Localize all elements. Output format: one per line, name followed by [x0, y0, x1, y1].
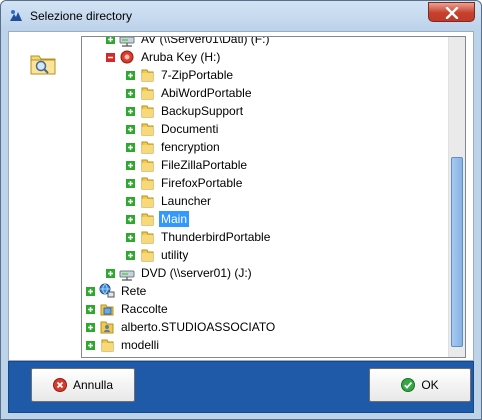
expand-plus-icon[interactable] — [86, 340, 95, 350]
folder-icon — [139, 175, 155, 191]
tree-node-folder[interactable]: AbiWordPortable — [126, 84, 254, 102]
tree-node-label: BackupSupport — [161, 104, 244, 118]
tree-node-label: Documenti — [161, 122, 219, 136]
tree-node-label: modelli — [121, 338, 160, 352]
tree-node-dvd-drive[interactable]: DVD (\\server01) (J:) — [106, 264, 254, 282]
folder-icon — [139, 85, 155, 101]
tree-node-network[interactable]: Rete — [86, 282, 148, 300]
ok-button[interactable]: OK — [369, 368, 471, 402]
tree-node-folder[interactable]: modelli — [86, 336, 161, 354]
folder-icon — [139, 103, 155, 119]
expand-plus-icon[interactable] — [126, 214, 135, 224]
tree-node-aruba-key[interactable]: Aruba Key (H:) — [106, 48, 222, 66]
tree-node-libraries[interactable]: Raccolte — [86, 300, 170, 318]
folder-icon — [139, 121, 155, 137]
tree-node-label-selected: Main — [159, 211, 190, 227]
vertical-scrollbar[interactable] — [448, 37, 465, 357]
tree-node-folder[interactable]: FirefoxPortable — [126, 174, 244, 192]
expand-plus-icon[interactable] — [126, 196, 135, 206]
tree-node-folder[interactable]: Documenti — [126, 120, 220, 138]
tree-node-folder[interactable]: 7-ZipPortable — [126, 66, 235, 84]
app-icon — [8, 8, 24, 24]
network-drive-icon — [119, 37, 135, 47]
folder-tree[interactable]: AV (\\Server01\Dati) (F:) Aruba Key (H:)… — [81, 36, 466, 358]
cancel-button[interactable]: Annulla — [31, 368, 135, 402]
tree-node-label: Raccolte — [121, 302, 168, 316]
cancel-icon — [52, 378, 67, 392]
cancel-button-label: Annulla — [72, 378, 114, 392]
network-drive-icon — [119, 265, 135, 281]
folder-icon — [139, 211, 155, 227]
dialog-window: Selezione directory AV (\\Server01\Dati)… — [0, 0, 482, 420]
tree-node-label: alberto.STUDIOASSOCIATO — [121, 320, 276, 334]
tree-node-label: utility — [161, 248, 189, 262]
check-icon — [401, 378, 416, 392]
expand-plus-icon[interactable] — [126, 70, 135, 80]
expand-plus-icon[interactable] — [106, 268, 115, 278]
scrollbar-thumb[interactable] — [451, 157, 463, 347]
expand-plus-icon[interactable] — [126, 142, 135, 152]
tree-node-label: 7-ZipPortable — [161, 68, 234, 82]
tree-node-av-drive[interactable]: AV (\\Server01\Dati) (F:) — [106, 36, 271, 48]
tree-node-label: ThunderbirdPortable — [161, 230, 271, 244]
folder-icon — [99, 337, 115, 353]
tree-node-label: DVD (\\server01) (J:) — [141, 266, 252, 280]
expand-plus-icon[interactable] — [86, 304, 95, 314]
network-icon — [99, 283, 115, 299]
expand-plus-icon[interactable] — [126, 250, 135, 260]
folder-icon — [139, 139, 155, 155]
expand-plus-icon[interactable] — [126, 124, 135, 134]
expand-plus-icon[interactable] — [126, 178, 135, 188]
tree-node-folder[interactable]: utility — [126, 246, 190, 264]
folder-icon — [139, 67, 155, 83]
folder-search-icon — [27, 46, 61, 80]
tree-node-label: Aruba Key (H:) — [141, 50, 221, 64]
tree-node-folder[interactable]: BackupSupport — [126, 102, 245, 120]
expand-plus-icon[interactable] — [126, 88, 135, 98]
title-bar[interactable]: Selezione directory — [1, 1, 481, 31]
folder-icon — [139, 229, 155, 245]
user-folder-icon — [99, 319, 115, 335]
close-icon — [445, 7, 459, 19]
folder-icon — [139, 247, 155, 263]
tree-node-label: AbiWordPortable — [161, 86, 252, 100]
tree-node-label: Rete — [121, 284, 147, 298]
tree-node-folder[interactable]: fencryption — [126, 138, 222, 156]
expand-plus-icon[interactable] — [126, 160, 135, 170]
removable-drive-icon — [119, 49, 135, 65]
expand-plus-icon[interactable] — [126, 232, 135, 242]
tree-node-folder[interactable]: Launcher — [126, 192, 213, 210]
tree-node-folder[interactable]: FileZillaPortable — [126, 156, 249, 174]
tree-node-label: FirefoxPortable — [161, 176, 243, 190]
expand-plus-icon[interactable] — [86, 322, 95, 332]
button-bar: Annulla OK — [8, 361, 474, 413]
folder-icon — [139, 157, 155, 173]
tree-node-user-folder[interactable]: alberto.STUDIOASSOCIATO — [86, 318, 277, 336]
tree-node-folder-selected[interactable]: Main — [126, 210, 190, 228]
expand-plus-icon[interactable] — [126, 106, 135, 116]
tree-node-label: Launcher — [161, 194, 212, 208]
libraries-icon — [99, 301, 115, 317]
collapse-minus-icon[interactable] — [106, 52, 115, 62]
tree-node-label: FileZillaPortable — [161, 158, 248, 172]
folder-icon — [139, 193, 155, 209]
tree-node-label: AV (\\Server01\Dati) (F:) — [141, 36, 270, 46]
tree-node-folder[interactable]: ThunderbirdPortable — [126, 228, 272, 246]
tree-node-label: fencryption — [161, 140, 220, 154]
dialog-body: AV (\\Server01\Dati) (F:) Aruba Key (H:)… — [8, 31, 474, 361]
ok-button-label: OK — [421, 378, 439, 392]
expand-plus-icon[interactable] — [86, 286, 95, 296]
close-button[interactable] — [428, 2, 475, 22]
window-title: Selezione directory — [30, 9, 133, 23]
expand-plus-icon[interactable] — [106, 37, 115, 44]
